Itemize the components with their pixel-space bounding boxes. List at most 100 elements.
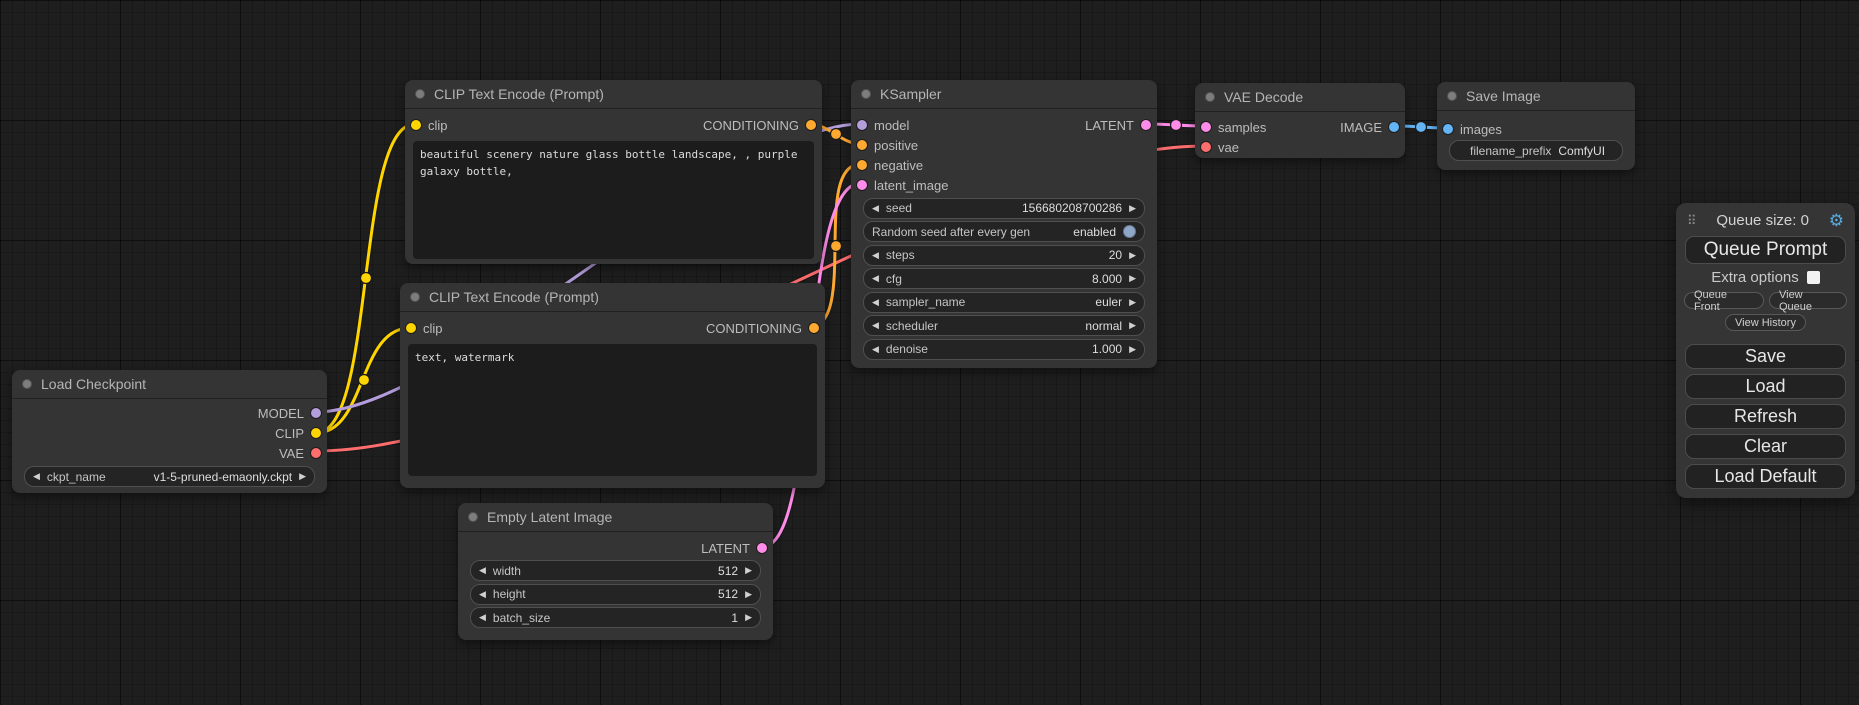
node-clip-text-encode-negative[interactable]: CLIP Text Encode (Prompt) clip CONDITION… — [400, 283, 825, 488]
queue-panel[interactable]: ⠿ Queue size: 0 ⚙ Queue Prompt Extra opt… — [1676, 203, 1855, 498]
port-conditioning-output[interactable] — [809, 323, 819, 333]
increment-icon[interactable]: ▶ — [1129, 298, 1136, 307]
port-clip-input[interactable] — [411, 120, 421, 130]
node-header[interactable]: KSampler — [851, 80, 1157, 109]
widget-value[interactable]: 8.000 — [1092, 272, 1122, 286]
decrement-icon[interactable]: ◀ — [479, 613, 486, 622]
widget-value[interactable]: 1 — [731, 611, 738, 625]
drag-handle-icon[interactable]: ⠿ — [1687, 214, 1697, 227]
filename-prefix-widget[interactable]: filename_prefix ComfyUI — [1449, 140, 1623, 161]
load-button[interactable]: Load — [1685, 374, 1846, 399]
decrement-icon[interactable]: ◀ — [872, 345, 879, 354]
queue-prompt-button[interactable]: Queue Prompt — [1685, 236, 1846, 264]
port-images-input[interactable] — [1443, 124, 1453, 134]
node-save-image[interactable]: Save Image images filename_prefix ComfyU… — [1437, 82, 1635, 170]
collapse-dot-icon[interactable] — [22, 379, 32, 389]
collapse-dot-icon[interactable] — [468, 512, 478, 522]
save-button[interactable]: Save — [1685, 344, 1846, 369]
decrement-icon[interactable]: ◀ — [33, 472, 40, 481]
port-latent-output[interactable] — [1141, 120, 1151, 130]
port-negative-input[interactable] — [857, 160, 867, 170]
widget-value[interactable]: ComfyUI — [1558, 144, 1605, 158]
port-vae-output[interactable] — [311, 448, 321, 458]
load-default-button[interactable]: Load Default — [1685, 464, 1846, 489]
port-samples-input[interactable] — [1201, 122, 1211, 132]
increment-icon[interactable]: ▶ — [745, 566, 752, 575]
view-history-button[interactable]: View History — [1725, 314, 1806, 331]
sampler-name-widget[interactable]: ◀ sampler_name euler ▶ — [863, 292, 1145, 313]
view-queue-button[interactable]: View Queue — [1769, 292, 1847, 309]
node-header[interactable]: Save Image — [1437, 82, 1635, 111]
port-clip-output[interactable] — [311, 428, 321, 438]
denoise-widget[interactable]: ◀ denoise 1.000 ▶ — [863, 339, 1145, 360]
node-clip-text-encode-positive[interactable]: CLIP Text Encode (Prompt) clip CONDITION… — [405, 80, 822, 264]
height-widget[interactable]: ◀ height 512 ▶ — [470, 584, 761, 605]
link-midpoint-dot[interactable] — [361, 273, 372, 284]
seed-widget[interactable]: ◀ seed 156680208700286 ▶ — [863, 198, 1145, 219]
toggle-icon[interactable] — [1123, 225, 1136, 238]
increment-icon[interactable]: ▶ — [745, 590, 752, 599]
collapse-dot-icon[interactable] — [415, 89, 425, 99]
scheduler-widget[interactable]: ◀ scheduler normal ▶ — [863, 315, 1145, 336]
decrement-icon[interactable]: ◀ — [872, 251, 879, 260]
decrement-icon[interactable]: ◀ — [872, 298, 879, 307]
decrement-icon[interactable]: ◀ — [872, 321, 879, 330]
node-empty-latent-image[interactable]: Empty Latent Image LATENT ◀ width 512 ▶ … — [458, 503, 773, 640]
increment-icon[interactable]: ▶ — [1129, 345, 1136, 354]
node-header[interactable]: VAE Decode — [1195, 83, 1405, 112]
node-ksampler[interactable]: KSampler model LATENT positive negative … — [851, 80, 1157, 368]
link-midpoint-dot[interactable] — [359, 375, 370, 386]
link-midpoint-dot[interactable] — [1416, 122, 1427, 133]
port-model-input[interactable] — [857, 120, 867, 130]
node-load-checkpoint[interactable]: Load Checkpoint MODEL CLIP VAE ◀ ckpt_na… — [12, 370, 327, 493]
link-midpoint-dot[interactable] — [831, 241, 842, 252]
increment-icon[interactable]: ▶ — [1129, 321, 1136, 330]
random-seed-widget[interactable]: Random seed after every gen enabled — [863, 221, 1145, 242]
widget-value[interactable]: normal — [1085, 319, 1122, 333]
node-header[interactable]: CLIP Text Encode (Prompt) — [405, 80, 822, 109]
widget-value[interactable]: enabled — [1073, 225, 1116, 239]
refresh-button[interactable]: Refresh — [1685, 404, 1846, 429]
link-midpoint-dot[interactable] — [1171, 120, 1182, 131]
increment-icon[interactable]: ▶ — [1129, 204, 1136, 213]
port-model-output[interactable] — [311, 408, 321, 418]
port-latent-output[interactable] — [757, 543, 767, 553]
widget-value[interactable]: v1-5-pruned-emaonly.ckpt — [154, 470, 293, 484]
steps-widget[interactable]: ◀ steps 20 ▶ — [863, 245, 1145, 266]
clear-button[interactable]: Clear — [1685, 434, 1846, 459]
extra-options-checkbox[interactable] — [1807, 271, 1820, 284]
increment-icon[interactable]: ▶ — [745, 613, 752, 622]
port-vae-input[interactable] — [1201, 142, 1211, 152]
prompt-textarea[interactable]: text, watermark — [408, 344, 817, 476]
node-vae-decode[interactable]: VAE Decode samples IMAGE vae — [1195, 83, 1405, 158]
collapse-dot-icon[interactable] — [410, 292, 420, 302]
decrement-icon[interactable]: ◀ — [479, 590, 486, 599]
port-clip-input[interactable] — [406, 323, 416, 333]
widget-value[interactable]: 20 — [1109, 248, 1122, 262]
collapse-dot-icon[interactable] — [1447, 91, 1457, 101]
widget-value[interactable]: 156680208700286 — [1022, 201, 1122, 215]
widget-value[interactable]: 512 — [718, 564, 738, 578]
node-header[interactable]: Empty Latent Image — [458, 503, 773, 532]
node-header[interactable]: Load Checkpoint — [12, 370, 327, 399]
increment-icon[interactable]: ▶ — [1129, 251, 1136, 260]
queue-front-button[interactable]: Queue Front — [1684, 292, 1764, 309]
decrement-icon[interactable]: ◀ — [479, 566, 486, 575]
ckpt-name-widget[interactable]: ◀ ckpt_name v1-5-pruned-emaonly.ckpt ▶ — [24, 466, 315, 487]
width-widget[interactable]: ◀ width 512 ▶ — [470, 560, 761, 581]
link-midpoint-dot[interactable] — [831, 129, 842, 140]
port-image-output[interactable] — [1389, 122, 1399, 132]
widget-value[interactable]: 1.000 — [1092, 342, 1122, 356]
graph-canvas[interactable]: { "colors": { "model": "#B39DDB", "clip"… — [0, 0, 1859, 705]
port-positive-input[interactable] — [857, 140, 867, 150]
widget-value[interactable]: 512 — [718, 587, 738, 601]
increment-icon[interactable]: ▶ — [299, 472, 306, 481]
node-header[interactable]: CLIP Text Encode (Prompt) — [400, 283, 825, 312]
settings-gear-icon[interactable]: ⚙ — [1829, 212, 1844, 229]
increment-icon[interactable]: ▶ — [1129, 274, 1136, 283]
decrement-icon[interactable]: ◀ — [872, 274, 879, 283]
collapse-dot-icon[interactable] — [861, 89, 871, 99]
port-conditioning-output[interactable] — [806, 120, 816, 130]
prompt-textarea[interactable]: beautiful scenery nature glass bottle la… — [413, 141, 814, 259]
cfg-widget[interactable]: ◀ cfg 8.000 ▶ — [863, 268, 1145, 289]
